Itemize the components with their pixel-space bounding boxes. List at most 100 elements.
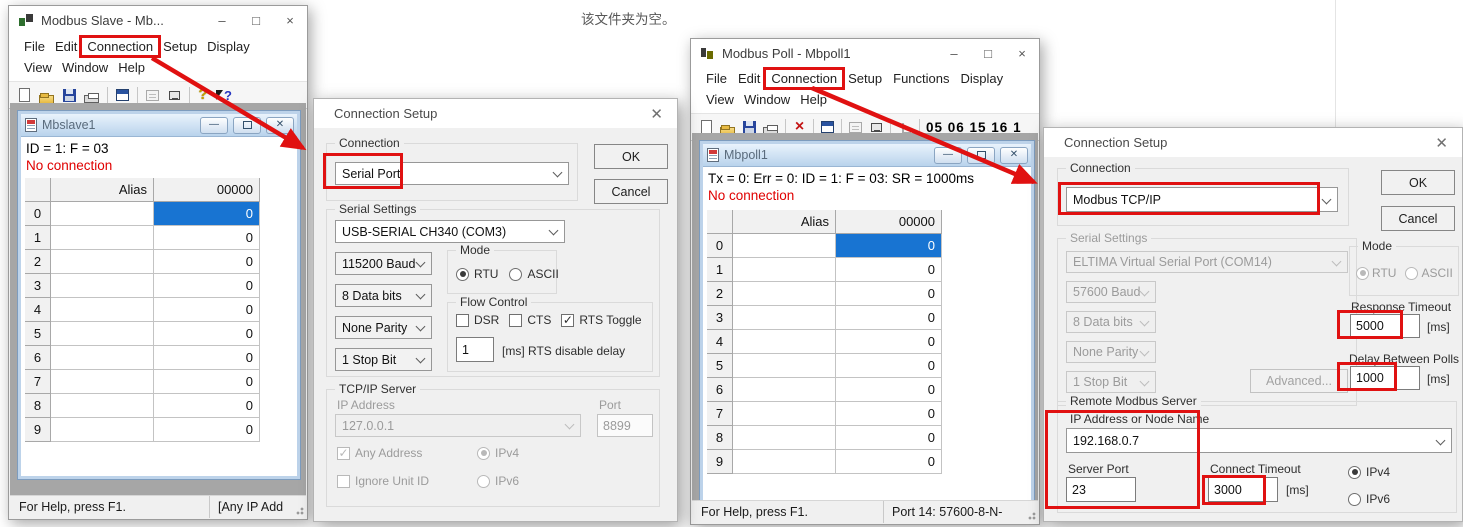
alias-cell[interactable] — [51, 226, 154, 250]
value-cell[interactable]: 0 — [836, 330, 942, 354]
ok-button[interactable]: OK — [594, 144, 668, 169]
rtu-radio[interactable] — [456, 268, 469, 281]
menu-window[interactable]: Window — [739, 91, 795, 108]
minimize-button[interactable]: – — [205, 6, 239, 35]
alias-cell[interactable] — [733, 426, 836, 450]
menu-setup[interactable]: Setup — [158, 38, 202, 55]
value-cell[interactable]: 0 — [836, 258, 942, 282]
connection-type-combo[interactable]: Modbus TCP/IP — [1066, 187, 1338, 212]
ascii-radio[interactable] — [509, 268, 522, 281]
dsr-checkbox[interactable] — [456, 314, 469, 327]
doc-restore-button[interactable] — [967, 147, 995, 164]
menu-connection[interactable]: Connection — [766, 70, 842, 87]
close-button[interactable]: × — [1005, 39, 1039, 67]
value-cell[interactable]: 0 — [836, 354, 942, 378]
dialog-close-icon[interactable]: ✕ — [650, 105, 663, 123]
value-cell[interactable]: 0 — [154, 298, 260, 322]
menu-functions[interactable]: Functions — [888, 70, 954, 87]
cancel-button[interactable]: Cancel — [594, 179, 668, 204]
alias-cell[interactable] — [733, 450, 836, 474]
stop-bits-combo[interactable]: 1 Stop Bit — [335, 348, 432, 371]
alias-cell[interactable] — [733, 234, 836, 258]
resize-grip[interactable] — [293, 504, 304, 515]
print-icon[interactable] — [84, 95, 99, 103]
maximize-button[interactable]: □ — [239, 6, 273, 35]
communication-traffic-icon[interactable] — [849, 122, 862, 133]
value-cell[interactable]: 0 — [154, 346, 260, 370]
data-bits-combo[interactable]: 8 Data bits — [335, 284, 432, 307]
value-cell[interactable]: 0 — [836, 378, 942, 402]
alias-cell[interactable] — [733, 306, 836, 330]
menu-display[interactable]: Display — [202, 38, 255, 55]
rts-delay-field[interactable]: 1 — [456, 337, 494, 362]
value-cell[interactable]: 0 — [154, 418, 260, 442]
ipv4-radio[interactable] — [1348, 466, 1361, 479]
alias-cell[interactable] — [51, 202, 154, 226]
alias-cell[interactable] — [733, 402, 836, 426]
alias-cell[interactable] — [51, 250, 154, 274]
value-cell[interactable]: 0 — [154, 274, 260, 298]
menu-edit[interactable]: Edit — [50, 38, 82, 55]
remote-ip-combo[interactable]: 192.168.0.7 — [1066, 428, 1452, 453]
menu-help[interactable]: Help — [113, 59, 150, 76]
menu-file[interactable]: File — [701, 70, 732, 87]
value-cell[interactable]: 0 — [154, 226, 260, 250]
communication-traffic-icon[interactable] — [146, 90, 159, 101]
menu-display[interactable]: Display — [956, 70, 1009, 87]
response-timeout-field[interactable]: 5000 — [1350, 314, 1420, 338]
menu-view[interactable]: View — [19, 59, 57, 76]
value-cell[interactable]: 0 — [836, 282, 942, 306]
menu-help[interactable]: Help — [795, 91, 832, 108]
alias-cell[interactable] — [51, 298, 154, 322]
alias-cell[interactable] — [51, 394, 154, 418]
ipv6-radio[interactable] — [1348, 493, 1361, 506]
alias-cell[interactable] — [51, 418, 154, 442]
new-file-icon[interactable] — [701, 120, 712, 134]
display-setup-icon[interactable] — [116, 89, 129, 101]
menu-connection[interactable]: Connection — [82, 38, 158, 55]
delay-between-polls-field[interactable]: 1000 — [1350, 366, 1420, 390]
value-cell[interactable]: 0 — [836, 402, 942, 426]
value-cell[interactable]: 0 — [836, 306, 942, 330]
device-icon[interactable] — [169, 91, 180, 100]
serial-port-combo[interactable]: USB-SERIAL CH340 (COM3) — [335, 220, 565, 243]
device-icon[interactable] — [871, 123, 882, 132]
value-cell[interactable]: 0 — [836, 234, 942, 258]
alias-cell[interactable] — [51, 346, 154, 370]
save-icon[interactable] — [743, 121, 756, 134]
minimize-button[interactable]: – — [937, 39, 971, 67]
connection-type-combo[interactable]: Serial Port — [335, 162, 569, 185]
doc-restore-button[interactable] — [233, 117, 261, 134]
dialog-close-icon[interactable]: ✕ — [1435, 134, 1448, 152]
ok-button[interactable]: OK — [1381, 170, 1455, 195]
menu-window[interactable]: Window — [57, 59, 113, 76]
value-cell[interactable]: 0 — [154, 394, 260, 418]
display-setup-icon[interactable] — [821, 121, 834, 133]
doc-minimize-button[interactable]: — — [934, 147, 962, 164]
alias-cell[interactable] — [51, 274, 154, 298]
alias-cell[interactable] — [733, 378, 836, 402]
save-icon[interactable] — [63, 89, 76, 102]
maximize-button[interactable]: □ — [971, 39, 1005, 67]
menu-view[interactable]: View — [701, 91, 739, 108]
doc-minimize-button[interactable]: — — [200, 117, 228, 134]
alias-cell[interactable] — [733, 258, 836, 282]
close-button[interactable]: × — [273, 6, 307, 35]
resize-grip[interactable] — [1025, 509, 1036, 520]
alias-cell[interactable] — [733, 354, 836, 378]
doc-close-button[interactable]: ✕ — [1000, 147, 1028, 164]
rts-toggle-checkbox[interactable] — [561, 314, 574, 327]
alias-cell[interactable] — [733, 282, 836, 306]
help-icon[interactable]: ? — [197, 87, 209, 103]
alias-cell[interactable] — [733, 330, 836, 354]
connect-timeout-field[interactable]: 3000 — [1208, 477, 1278, 502]
context-help-icon[interactable]: ? — [216, 87, 232, 103]
server-port-field[interactable]: 23 — [1066, 477, 1136, 502]
cancel-button[interactable]: Cancel — [1381, 206, 1455, 231]
value-cell[interactable]: 0 — [836, 450, 942, 474]
new-file-icon[interactable] — [19, 88, 30, 102]
parity-combo[interactable]: None Parity — [335, 316, 432, 339]
value-cell[interactable]: 0 — [154, 370, 260, 394]
value-cell[interactable]: 0 — [836, 426, 942, 450]
value-cell[interactable]: 0 — [154, 322, 260, 346]
